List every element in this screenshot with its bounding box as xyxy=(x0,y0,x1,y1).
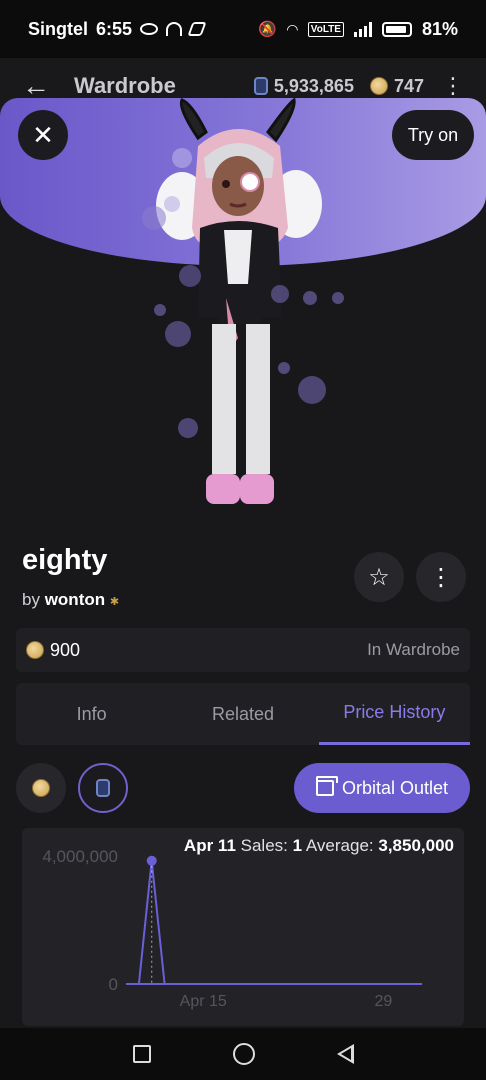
orbital-outlet-label: Orbital Outlet xyxy=(341,777,449,798)
headphones-icon xyxy=(166,22,183,36)
tab-info[interactable]: Info xyxy=(16,683,167,745)
creator-link[interactable]: wonton xyxy=(45,590,105,609)
price-history-chart: 4,000,000 0 Apr 15 29 Apr 11 Sales: 1 Avera… xyxy=(22,828,464,1026)
item-creator: by wonton ✱ xyxy=(22,590,119,610)
coin-icon xyxy=(32,779,50,797)
coin-icon xyxy=(369,77,388,95)
x-tick-label: 29 xyxy=(374,993,392,1010)
jar-balance: 5,933,865 xyxy=(253,75,354,97)
close-button[interactable]: ✕ xyxy=(18,110,68,160)
page-title: Wardrobe xyxy=(74,73,176,98)
jar-icon xyxy=(96,779,110,797)
coin-balance: 747 xyxy=(369,75,424,97)
coin-balance-value: 747 xyxy=(393,75,424,96)
system-nav-bar xyxy=(0,1028,486,1080)
creator-badge-icon: ✱ xyxy=(109,596,120,608)
x-tick-label: Apr 15 xyxy=(180,993,227,1010)
telegram-icon xyxy=(187,22,207,36)
tooltip-date: Apr 11 xyxy=(183,836,236,855)
carrier-label: Singtel xyxy=(28,18,89,39)
item-price: 900 xyxy=(50,639,81,660)
tooltip-average: 3,850,000 xyxy=(378,836,454,855)
ownership-status: In Wardrobe xyxy=(367,640,460,659)
star-icon: ☆ xyxy=(368,563,390,591)
jar-icon xyxy=(253,77,268,95)
tab-price-history[interactable]: Price History xyxy=(318,683,470,745)
store-icon xyxy=(315,776,338,796)
volte-icon: VoLTE xyxy=(307,21,344,37)
close-icon: ✕ xyxy=(32,119,54,150)
chart-tooltip: Apr 11 Sales: 1 Average: 3,850,000 xyxy=(184,836,454,856)
favorite-button[interactable]: ☆ xyxy=(354,552,404,602)
item-options-button[interactable]: ⋮ xyxy=(416,552,466,602)
tooltip-sales: 1 xyxy=(292,836,303,855)
orbital-outlet-button[interactable]: Orbital Outlet xyxy=(294,763,470,813)
battery-icon xyxy=(381,21,412,37)
clock: 6:55 xyxy=(96,18,133,39)
by-prefix: by xyxy=(22,590,40,609)
avatar-preview xyxy=(142,98,344,504)
recents-icon[interactable] xyxy=(132,1045,151,1063)
item-tabs: Info Related Price History xyxy=(16,683,470,745)
tooltip-average-label: Average: xyxy=(305,836,374,855)
price-chart-svg: 4,000,000 0 Apr 15 29 xyxy=(42,847,422,1010)
y-tick-label: 0 xyxy=(109,975,118,994)
item-name: eighty xyxy=(22,544,108,576)
highlight-point xyxy=(146,855,157,866)
wifi-icon: ◠ xyxy=(287,20,298,37)
more-vertical-icon: ⋮ xyxy=(429,563,453,591)
battery-percent: 81% xyxy=(421,18,458,39)
tab-related[interactable]: Related xyxy=(167,683,318,745)
home-icon[interactable] xyxy=(232,1043,255,1065)
jar-balance-value: 5,933,865 xyxy=(273,75,354,96)
coin-icon xyxy=(26,641,44,659)
try-on-button[interactable]: Try on xyxy=(392,110,474,160)
tooltip-sales-label: Sales: xyxy=(240,836,288,855)
item-sheet: ✕ Try on eighty by wonton ✱ ☆ ⋮ 900 In W… xyxy=(0,98,486,1080)
coin-filter-button[interactable] xyxy=(16,763,66,813)
status-bar: Singtel 6:55 🔕 ◠ VoLTE 81% xyxy=(0,0,486,58)
price-series-line xyxy=(126,860,422,985)
price-row: 900 In Wardrobe xyxy=(16,628,470,672)
jar-filter-button[interactable] xyxy=(78,763,128,813)
back-icon[interactable] xyxy=(336,1044,354,1064)
eye-icon xyxy=(140,23,159,35)
signal-icon xyxy=(353,21,372,37)
mute-icon: 🔕 xyxy=(258,21,277,38)
y-tick-label: 4,000,000 xyxy=(42,847,118,866)
more-options-icon[interactable]: ⋮ xyxy=(442,73,464,99)
